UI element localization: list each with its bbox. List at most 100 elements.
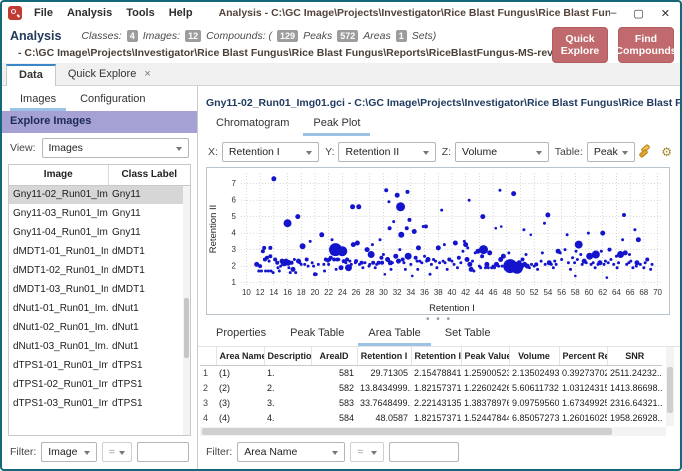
tab-chromatogram[interactable]: Chromatogram <box>206 115 299 136</box>
data-point <box>381 253 385 256</box>
data-point <box>586 231 590 235</box>
data-point <box>304 257 309 262</box>
tab-quick-explore[interactable]: Quick Explore × <box>56 64 163 85</box>
table-row[interactable]: 2(2)2.58213.8434999...1.82157371...1.226… <box>200 380 662 395</box>
data-point <box>368 262 372 266</box>
area-column-header[interactable]: Retention II <box>410 347 461 366</box>
svg-text:58: 58 <box>571 288 580 297</box>
data-point <box>310 261 314 265</box>
x-axis-select[interactable]: Retention I <box>221 142 320 162</box>
left-tab-bar: Images Configuration <box>2 86 197 111</box>
close-icon[interactable]: ✕ <box>661 7 670 20</box>
area-column-header[interactable]: Peak Value <box>460 347 509 366</box>
list-item[interactable]: Gny11-02_Run01_Im... Gny11 <box>9 185 190 204</box>
list-item[interactable]: Gny11-03_Run01_Im... Gny11 <box>9 204 190 223</box>
data-point <box>442 243 446 247</box>
list-item[interactable]: dMDT1-03_Run01_Im...dMDT1 <box>9 280 190 299</box>
list-item[interactable]: dMDT1-02_Run01_Im...dMDT1 <box>9 261 190 280</box>
svg-text:3: 3 <box>231 245 236 254</box>
area-column-header[interactable] <box>200 347 216 366</box>
chevron-down-icon <box>306 151 313 155</box>
tab-peak-table[interactable]: Peak Table <box>280 325 354 346</box>
svg-text:66: 66 <box>626 288 635 297</box>
area-column-header[interactable]: AreaID <box>310 347 357 366</box>
tab-configuration[interactable]: Configuration <box>70 91 155 111</box>
splitter-handle[interactable]: • • • <box>198 315 680 325</box>
column-header-image[interactable]: Image <box>9 165 108 186</box>
maximize-icon[interactable]: ▢ <box>633 7 643 20</box>
plot-style-icon[interactable] <box>638 143 651 159</box>
menu-analysis[interactable]: Analysis <box>67 7 112 19</box>
filter-value-input[interactable] <box>137 442 189 462</box>
list-item[interactable]: dTPS1-02_Run01_Im... dTPS1 <box>9 375 190 394</box>
list-item[interactable]: dTPS1-01_Run01_Im... dTPS1 <box>9 356 190 375</box>
svg-text:70: 70 <box>653 288 662 297</box>
quick-explore-button[interactable]: Quick Explore <box>552 27 608 63</box>
x-axis-label: X: <box>208 146 218 158</box>
menu-help[interactable]: Help <box>169 7 193 19</box>
area-column-header[interactable]: Percent Re... <box>558 347 607 366</box>
filter-operator-select[interactable]: = <box>101 442 132 462</box>
view-select-value: Images <box>48 142 83 154</box>
list-item[interactable]: dTPS1-03_Run01_Im... dTPS1 <box>9 394 190 413</box>
filter-field-select[interactable]: Image <box>41 442 97 462</box>
tab-peak-plot[interactable]: Peak Plot <box>303 115 371 136</box>
data-point <box>271 176 277 182</box>
area-filter-field-select[interactable]: Area Name <box>237 442 346 462</box>
y-axis-select[interactable]: Retention II <box>338 142 436 162</box>
area-column-header[interactable]: Retention I <box>356 347 411 366</box>
data-point <box>398 248 402 252</box>
area-table-hscrollbar[interactable] <box>200 427 666 436</box>
image-file-path: Gny11-02_Run01_Img01.gci - C:\GC Image\P… <box>206 97 680 109</box>
table-row[interactable]: 1(1)1.58129.713052.15478841...1.25900523… <box>200 365 662 380</box>
data-point <box>290 266 296 272</box>
column-header-class-label[interactable]: Class Label <box>107 165 190 186</box>
view-select[interactable]: Images <box>41 138 189 158</box>
tab-close-icon[interactable]: × <box>144 68 150 80</box>
menu-file[interactable]: File <box>34 7 53 19</box>
data-point <box>384 188 389 193</box>
find-compounds-button[interactable]: Find Compounds <box>615 27 677 63</box>
data-point <box>410 274 414 278</box>
tab-images[interactable]: Images <box>10 91 67 111</box>
data-point <box>500 264 504 268</box>
data-point <box>566 261 570 265</box>
data-point <box>529 233 533 237</box>
area-filter-value-input[interactable] <box>389 442 460 462</box>
menu-tools[interactable]: Tools <box>126 7 155 19</box>
area-table-scrollbar[interactable] <box>666 347 674 426</box>
area-filter-operator-select[interactable]: = <box>350 442 385 462</box>
data-point <box>461 249 465 253</box>
data-point <box>480 214 486 220</box>
list-item[interactable]: Gny11-04_Run01_Im... Gny11 <box>9 223 190 242</box>
image-filter-row: Filter: Image = <box>2 436 197 469</box>
data-point <box>379 255 384 260</box>
area-column-header[interactable]: Volume <box>508 347 559 366</box>
tab-set-table[interactable]: Set Table <box>435 325 501 346</box>
list-item[interactable]: dNut1-03_Run01_Im... dNut1 <box>9 337 190 356</box>
peak-plot[interactable]: 10 12 14 16 18 20 22 24 26 28 30 32 34 36 38 40 42 44 46 48… <box>206 167 670 315</box>
table-select[interactable]: Peak <box>586 142 636 162</box>
tab-properties[interactable]: Properties <box>206 325 276 346</box>
list-item[interactable]: dMDT1-01_Run01_Im...dMDT1 <box>9 242 190 261</box>
area-column-header[interactable]: Description <box>263 347 311 366</box>
data-point <box>438 261 442 265</box>
area-column-header[interactable]: Area Name <box>215 347 264 366</box>
data-point <box>354 259 359 264</box>
image-list-scrollbar[interactable] <box>183 186 190 435</box>
list-item[interactable]: dNut1-02_Run01_Im... dNut1 <box>9 318 190 337</box>
data-point <box>527 266 531 270</box>
svg-text:28: 28 <box>365 288 374 297</box>
table-row[interactable]: 4(4)4.58448.05871.82157371...1.52447844.… <box>200 410 662 425</box>
gear-icon[interactable]: ⚙ <box>661 146 672 158</box>
minimize-icon[interactable]: – <box>610 7 616 20</box>
data-point <box>539 259 543 263</box>
tab-data[interactable]: Data <box>6 64 56 86</box>
table-row[interactable]: 3(3)3.58333.7648499...2.22143135...1.383… <box>200 395 662 410</box>
data-point <box>536 267 540 271</box>
area-table: Area NameDescriptionAreaIDRetention IRet… <box>200 347 674 426</box>
z-axis-select[interactable]: Volume <box>455 142 549 162</box>
area-column-header[interactable]: SNR <box>606 347 662 366</box>
list-item[interactable]: dNut1-01_Run01_Im... dNut1 <box>9 299 190 318</box>
tab-area-table[interactable]: Area Table <box>358 325 431 346</box>
